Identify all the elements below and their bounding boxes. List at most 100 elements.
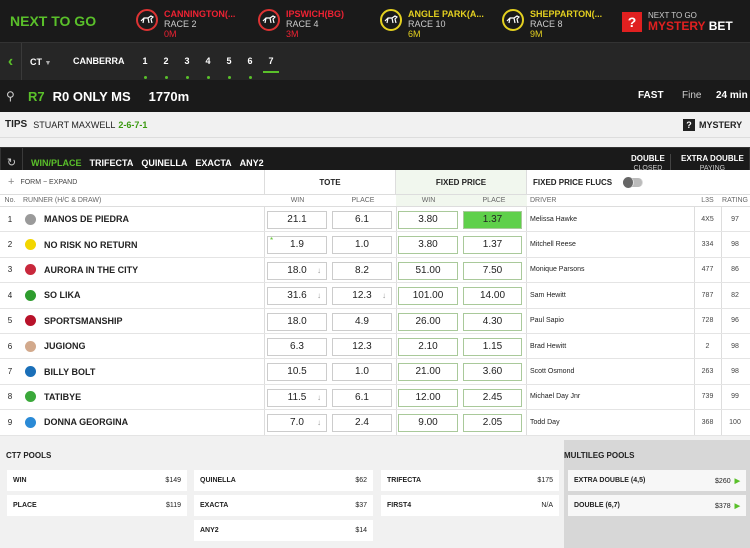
fixed-place-button[interactable]: 2.05 (463, 414, 522, 433)
next-race-ipswich[interactable]: IPSWICH(BG) RACE 4 3M (258, 9, 344, 39)
runner-number: 9 (7, 417, 13, 427)
race-status-dot (144, 76, 147, 79)
mystery-button[interactable]: ? MYSTERY (683, 119, 742, 131)
tote-place-button[interactable]: 2.4 (332, 414, 392, 433)
arrow-down-icon: ↓ (317, 291, 321, 301)
odds-value: 1.0 (355, 366, 369, 378)
tote-place-button[interactable]: 8.2 (332, 261, 392, 280)
form-expand-toggle[interactable]: + FORM − EXPAND (0, 170, 265, 194)
tote-place-button[interactable]: 1.0 (332, 363, 392, 382)
state-selector[interactable]: CT ▼ (22, 57, 64, 67)
race-tab-4[interactable]: 4 (200, 56, 216, 66)
last-3-starts: 477 (701, 266, 714, 274)
fixed-win-button[interactable]: 3.80 (398, 236, 458, 255)
runner-name[interactable]: BILLY BOLT (40, 367, 265, 377)
fixed-win-button[interactable]: 3.80 (398, 211, 458, 229)
jockey-silk-icon (24, 264, 36, 276)
tab-any2[interactable]: ANY2 (240, 158, 264, 168)
tote-win-button[interactable]: 6.3 (267, 337, 327, 356)
runner-name[interactable]: JUGIONG (40, 341, 265, 351)
tab-exacta[interactable]: EXACTA (195, 158, 231, 168)
next-race-angle-park[interactable]: ANGLE PARK(A... RACE 10 6M (380, 9, 484, 39)
tote-place-button[interactable]: 6.1 (332, 388, 392, 407)
tab-quinella[interactable]: QUINELLA (141, 158, 187, 168)
pool-value: $37 (355, 502, 367, 509)
chevron-left-icon[interactable]: ‹ (0, 43, 22, 80)
tote-win-button[interactable]: * 1.9 (267, 236, 327, 255)
runner-number: 6 (7, 341, 13, 351)
runner-name[interactable]: DONNA GEORGINA (40, 417, 265, 427)
tote-place-button[interactable]: 12.3 (332, 337, 392, 356)
runner-name[interactable]: SO LIKA (40, 290, 265, 300)
pool-any2: ANY2 $14 (194, 520, 373, 541)
jockey-silk-icon (24, 340, 36, 352)
rating: 82 (731, 291, 739, 299)
runner-name[interactable]: NO RISK NO RETURN (40, 240, 265, 250)
race-tab-5[interactable]: 5 (221, 56, 237, 66)
next-race-cannington[interactable]: CANNINGTON(... RACE 2 0M (136, 9, 235, 39)
race-tab-6[interactable]: 6 (242, 56, 258, 66)
next-to-go-bar: NEXT TO GO CANNINGTON(... RACE 2 0M IPSWIC… (0, 0, 750, 42)
pool-extra-double[interactable]: EXTRA DOUBLE (4,5) $260 ▶ (568, 470, 746, 491)
fixed-win-button[interactable]: 21.00 (398, 363, 458, 382)
tote-win-button[interactable]: 31.6 ↓ (267, 287, 327, 306)
fixed-place-button[interactable]: 1.37 (463, 236, 522, 255)
col-tote-place: PLACE (351, 197, 375, 204)
race-tab-7[interactable]: 7 (263, 56, 279, 73)
tote-win-button[interactable]: 11.5 ↓ (267, 388, 327, 407)
tote-win-button[interactable]: 18.0 ↓ (267, 261, 327, 280)
odds-value: 21.00 (415, 366, 441, 378)
fixed-win-button[interactable]: 51.00 (398, 261, 458, 280)
table-header: + FORM − EXPAND TOTE FIXED PRICE FIXED PR… (0, 170, 750, 195)
fixed-place-button[interactable]: 1.37 (463, 211, 522, 229)
tote-place-button[interactable]: 1.0 (332, 236, 392, 255)
col-fp-place: PLACE (461, 195, 527, 206)
table-row: 7 BILLY BOLT 10.5 1.0 21.00 3.60 Scott Osmond 2… (0, 359, 750, 385)
fixed-place-button[interactable]: 3.60 (463, 363, 522, 382)
odds-value: 18.0 (287, 264, 307, 276)
fixed-win-button[interactable]: 9.00 (398, 414, 458, 433)
fixed-win-button[interactable]: 2.10 (398, 337, 458, 356)
tab-trifecta[interactable]: TRIFECTA (90, 158, 134, 168)
tote-win-button[interactable]: 18.0 (267, 312, 327, 331)
fixed-place-button[interactable]: 7.50 (463, 261, 522, 280)
race-tab-1[interactable]: 1 (137, 56, 153, 66)
odds-value: 1.37 (482, 239, 503, 251)
fixed-place-button[interactable]: 1.15 (463, 337, 522, 356)
pools-title: CT7 POOLS (6, 451, 52, 460)
runner-name[interactable]: MANOS DE PIEDRA (40, 214, 265, 224)
next-race-time: 6M (408, 29, 421, 39)
runner-name[interactable]: TATIBYE (40, 392, 265, 402)
fixed-win-button[interactable]: 26.00 (398, 312, 458, 331)
tote-win-button[interactable]: 21.1 (267, 211, 327, 229)
fixed-place-button[interactable]: 2.45 (463, 388, 522, 407)
driver-name: Sam Hewitt (530, 291, 566, 299)
weather: Fine (682, 90, 702, 101)
plus-icon: + (8, 176, 15, 188)
runner-number: 4 (7, 290, 13, 300)
tote-place-button[interactable]: 4.9 (332, 312, 392, 331)
fixed-place-button[interactable]: 4.30 (463, 312, 522, 331)
race-tab-2[interactable]: 2 (158, 56, 174, 66)
runner-name[interactable]: SPORTSMANSHIP (40, 316, 265, 326)
tipster-name: STUART MAXWELL (33, 119, 116, 130)
tote-win-button[interactable]: 7.0 ↓ (267, 414, 327, 433)
fixed-win-button[interactable]: 12.00 (398, 388, 458, 407)
pool-name: PLACE (13, 502, 37, 509)
race-nav: ‹ CT ▼ CANBERRA 1 2 3 4 5 6 7 (0, 42, 750, 80)
tote-win-button[interactable]: 10.5 (267, 363, 327, 382)
odds-value: 18.0 (287, 315, 307, 327)
runner-name[interactable]: AURORA IN THE CITY (40, 265, 265, 275)
flucs-toggle[interactable] (623, 177, 643, 188)
pool-double[interactable]: DOUBLE (6,7) $378 ▶ (568, 495, 746, 516)
tote-place-button[interactable]: 6.1 (332, 211, 392, 229)
mystery-bet-button[interactable]: ? NEXT TO GO MYSTERY BET (622, 11, 733, 33)
col-rating: RATING (722, 197, 748, 204)
tip-selection[interactable]: 2-6-7-1 (118, 120, 147, 130)
race-tab-3[interactable]: 3 (179, 56, 195, 66)
odds-value: 3.80 (418, 214, 438, 225)
tote-place-button[interactable]: 12.3 ↓ (332, 287, 392, 306)
next-race-shepparton[interactable]: SHEPPARTON(... RACE 8 9M (502, 9, 602, 39)
fixed-place-button[interactable]: 14.00 (463, 287, 522, 306)
fixed-win-button[interactable]: 101.00 (398, 287, 458, 306)
